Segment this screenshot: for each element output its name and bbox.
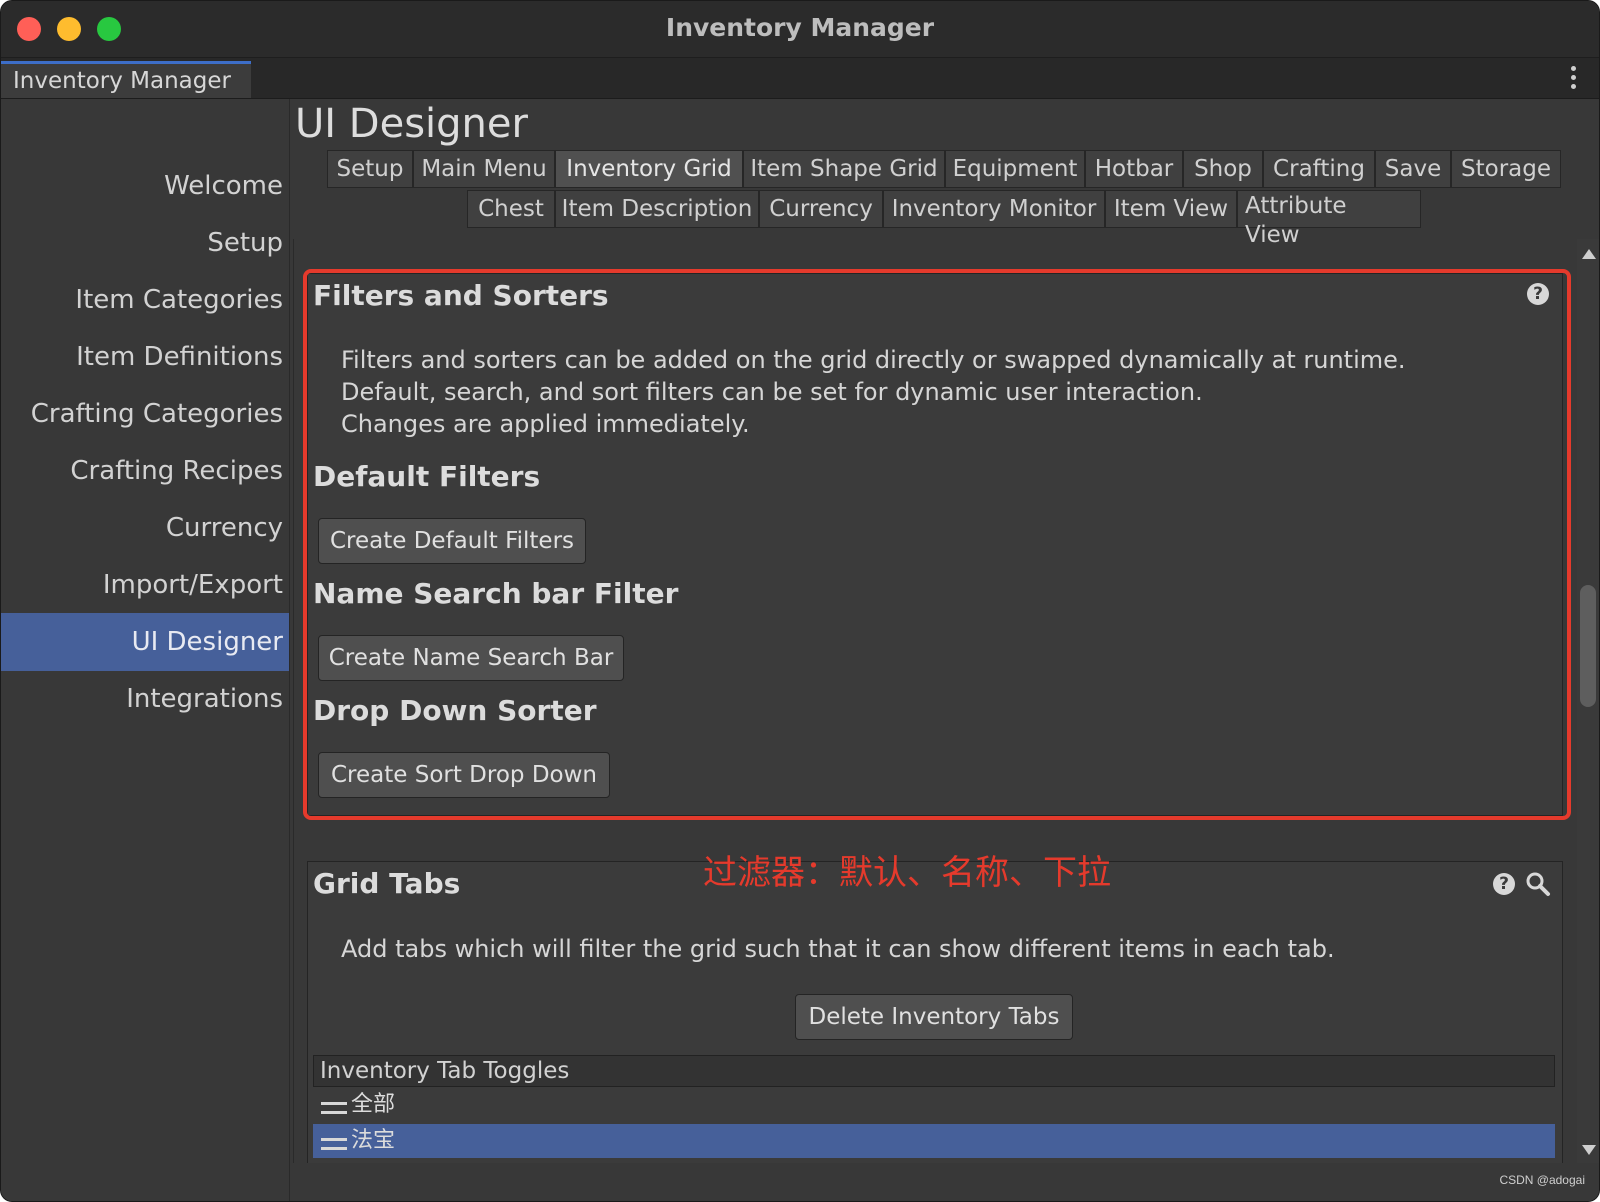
tab-storage[interactable]: Storage	[1451, 150, 1561, 188]
list-item-selected[interactable]: 法宝	[313, 1124, 1555, 1158]
scroll-down-arrow-icon[interactable]	[1582, 1145, 1596, 1155]
sidebar-item-currency[interactable]: Currency	[1, 499, 289, 557]
filters-description-line-3: Changes are applied immediately.	[341, 410, 750, 438]
name-search-heading: Name Search bar Filter	[313, 577, 679, 610]
page-title: UI Designer	[295, 101, 528, 147]
grid-tabs-title: Grid Tabs	[313, 867, 461, 900]
tab-item-view[interactable]: Item View	[1105, 190, 1237, 228]
watermark: CSDN @adogai	[1499, 1173, 1585, 1187]
window-title: Inventory Manager	[665, 13, 935, 42]
sidebar-item-import-export[interactable]: Import/Export	[1, 556, 289, 614]
filters-panel-title: Filters and Sorters	[313, 279, 609, 312]
search-icon[interactable]	[1525, 871, 1551, 897]
sidebar-item-welcome[interactable]: Welcome	[1, 157, 289, 215]
sidebar-item-crafting-recipes[interactable]: Crafting Recipes	[1, 442, 289, 500]
scroll-up-arrow-icon[interactable]	[1582, 249, 1596, 259]
title-bar: Inventory Manager	[1, 1, 1599, 58]
filters-description-line-1: Filters and sorters can be added on the …	[341, 346, 1406, 374]
sidebar-item-item-definitions[interactable]: Item Definitions	[1, 328, 289, 386]
tab-inventory-grid[interactable]: Inventory Grid	[555, 150, 743, 188]
tab-currency[interactable]: Currency	[759, 190, 883, 228]
drag-handle-icon[interactable]	[321, 1138, 347, 1150]
scroll-thumb[interactable]	[1580, 585, 1596, 707]
tab-save[interactable]: Save	[1375, 150, 1451, 188]
grid-tabs-help-icon[interactable]: ?	[1493, 873, 1515, 895]
sidebar-item-integrations[interactable]: Integrations	[1, 670, 289, 728]
list-item[interactable]: 全部	[313, 1088, 1555, 1122]
editor-tab-inventory-manager[interactable]: Inventory Manager	[1, 61, 251, 98]
create-default-filters-button[interactable]: Create Default Filters	[318, 518, 586, 564]
drag-handle-icon[interactable]	[321, 1102, 347, 1114]
list-item-label: 全部	[351, 1092, 396, 1117]
tab-shop[interactable]: Shop	[1183, 150, 1263, 188]
tab-crafting[interactable]: Crafting	[1263, 150, 1375, 188]
filters-help-icon[interactable]: ?	[1527, 283, 1549, 305]
sidebar-item-ui-designer[interactable]: UI Designer	[1, 613, 289, 671]
create-name-search-bar-button[interactable]: Create Name Search Bar	[318, 635, 624, 681]
tab-item-description[interactable]: Item Description	[555, 190, 759, 228]
inventory-manager-window: Inventory Manager Inventory Manager Welc…	[0, 0, 1600, 1202]
editor-tab-strip: Inventory Manager	[1, 58, 1599, 99]
red-annotation-text: 过滤器：默认、名称、下拉	[703, 853, 1111, 893]
tab-setup[interactable]: Setup	[327, 150, 413, 188]
tab-item-shape-grid[interactable]: Item Shape Grid	[743, 150, 945, 188]
vertical-scrollbar[interactable]	[1577, 239, 1599, 1163]
tab-equipment[interactable]: Equipment	[945, 150, 1085, 188]
tab-hotbar[interactable]: Hotbar	[1085, 150, 1183, 188]
delete-inventory-tabs-button[interactable]: Delete Inventory Tabs	[795, 994, 1073, 1040]
sidebar-item-crafting-categories[interactable]: Crafting Categories	[1, 385, 289, 443]
drop-down-sorter-heading: Drop Down Sorter	[313, 694, 597, 727]
sidebar-item-setup[interactable]: Setup	[1, 214, 289, 272]
kebab-menu-icon[interactable]	[1571, 66, 1577, 92]
create-sort-drop-down-button[interactable]: Create Sort Drop Down	[318, 752, 610, 798]
bottom-bar	[293, 1163, 1599, 1201]
grid-tabs-description: Add tabs which will filter the grid such…	[341, 935, 1335, 963]
sidebar-item-item-categories[interactable]: Item Categories	[1, 271, 289, 329]
tab-chest[interactable]: Chest	[467, 190, 555, 228]
tab-inventory-monitor[interactable]: Inventory Monitor	[883, 190, 1105, 228]
filters-description: Filters and sorters can be added on the …	[341, 344, 1541, 440]
list-item-label: 法宝	[351, 1128, 396, 1153]
tab-main-menu[interactable]: Main Menu	[413, 150, 555, 188]
sidebar-nav: Welcome Setup Item Categories Item Defin…	[1, 99, 290, 1201]
filters-description-line-2: Default, search, and sort filters can be…	[341, 378, 1203, 406]
inventory-tab-toggles-header: Inventory Tab Toggles	[313, 1055, 1555, 1087]
default-filters-heading: Default Filters	[313, 460, 541, 493]
